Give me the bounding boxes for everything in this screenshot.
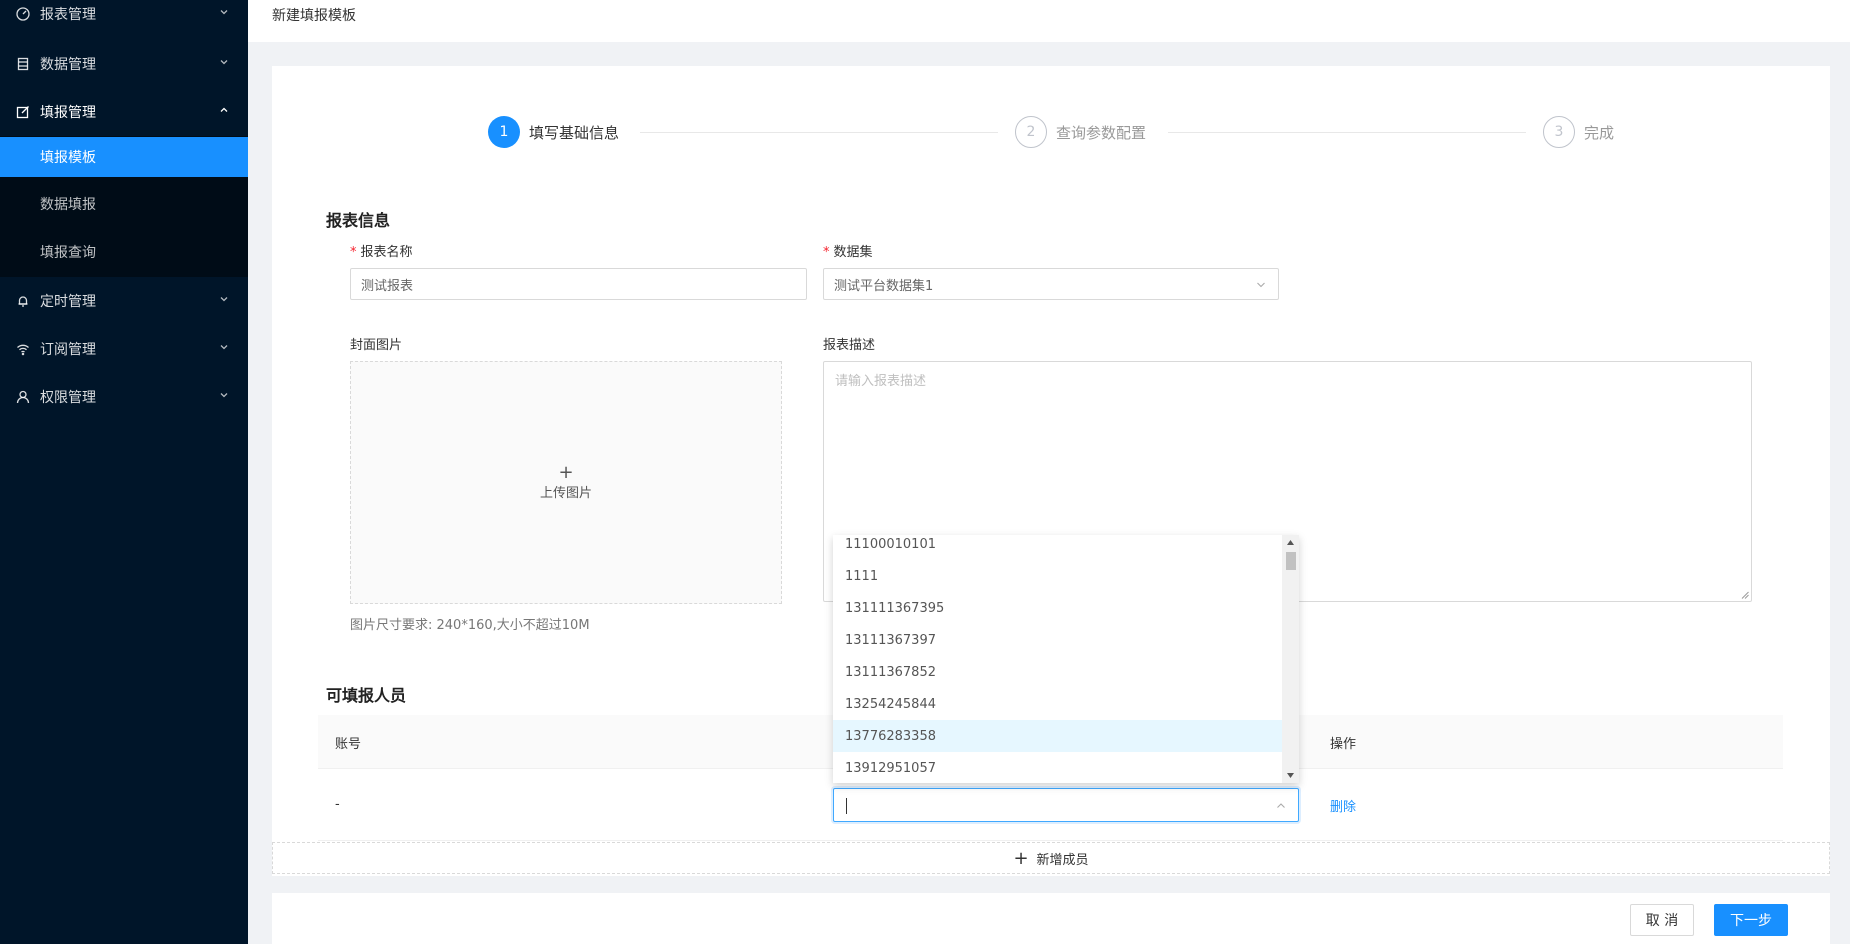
sidebar-item-subscription-management[interactable]: 订阅管理 (0, 325, 248, 373)
database-icon (16, 57, 30, 71)
sidebar-subitem-fill-template[interactable]: 填报模板 (0, 137, 248, 177)
sidebar-item-label: 权限管理 (40, 390, 96, 406)
account-select[interactable] (833, 788, 1299, 822)
footer-bar (272, 893, 1830, 944)
sidebar: 报表管理 数据管理 填报管理 填报模板 数据填报 填报查询 定时管理 订阅管理 (0, 0, 248, 944)
account-cell: - (335, 797, 340, 812)
sidebar-item-label: 填报管理 (40, 105, 96, 121)
step-2-label: 查询参数配置 (1056, 124, 1147, 142)
cover-image-label: 封面图片 (350, 338, 403, 353)
section-title-report-info: 报表信息 (326, 211, 391, 230)
upload-image-button[interactable]: + 上传图片 (350, 361, 782, 604)
step-2-circle: 2 (1015, 116, 1047, 148)
required-mark: * (823, 245, 830, 260)
sidebar-item-permission-management[interactable]: 权限管理 (0, 373, 248, 421)
scroll-up-icon[interactable] (1282, 535, 1299, 550)
cancel-button[interactable]: 取 消 (1630, 904, 1694, 936)
report-name-input[interactable]: 测试报表 (350, 268, 807, 300)
description-label: 报表描述 (823, 338, 876, 353)
dropdown-option[interactable]: 131111367395 (833, 592, 1282, 624)
step-1-label: 填写基础信息 (529, 124, 620, 142)
next-step-button[interactable]: 下一步 (1714, 904, 1788, 936)
step-connector (1168, 132, 1526, 133)
sidebar-item-label: 报表管理 (40, 7, 96, 23)
dashboard-icon (16, 7, 30, 21)
step-1-circle: 1 (488, 116, 520, 148)
sidebar-item-schedule-management[interactable]: 定时管理 (0, 277, 248, 325)
report-name-label: * 报表名称 (350, 245, 413, 260)
dropdown-option[interactable]: 13254245844 (833, 688, 1282, 720)
user-icon (16, 390, 30, 404)
bell-icon (16, 294, 30, 308)
delete-link[interactable]: 删除 (1330, 796, 1356, 815)
account-dropdown: 11100010101 1111 131111367395 1311136739… (833, 535, 1299, 783)
sidebar-item-label: 订阅管理 (40, 342, 96, 358)
sidebar-item-data-management[interactable]: 数据管理 (0, 40, 248, 88)
page-title: 新建填报模板 (272, 8, 356, 24)
required-mark: * (350, 245, 357, 260)
chevron-up-icon (220, 107, 228, 112)
edit-icon (16, 105, 30, 119)
chevron-down-icon (220, 345, 228, 350)
sidebar-item-label: 定时管理 (40, 294, 96, 310)
chevron-down-icon (220, 297, 228, 302)
text-cursor (846, 798, 847, 814)
plus-icon: + (1013, 847, 1029, 869)
upload-label: 上传图片 (539, 486, 592, 501)
dropdown-option[interactable]: 11100010101 (833, 535, 1282, 560)
sidebar-subitem-data-fill[interactable]: 数据填报 (0, 184, 248, 224)
dropdown-scrollbar[interactable] (1282, 535, 1299, 783)
column-header-action: 操作 (1330, 737, 1357, 752)
dropdown-option[interactable]: 13111367852 (833, 656, 1282, 688)
dropdown-option[interactable]: 13912951057 (833, 752, 1282, 783)
scroll-down-icon[interactable] (1282, 768, 1299, 783)
chevron-down-icon (220, 393, 228, 398)
sidebar-item-report-management[interactable]: 报表管理 (0, 0, 248, 38)
chevron-down-icon (220, 60, 228, 65)
dataset-label: * 数据集 (823, 245, 873, 260)
chevron-down-icon (220, 10, 228, 15)
dropdown-option-highlighted[interactable]: 13776283358 (833, 720, 1282, 752)
resize-handle-icon[interactable] (1741, 591, 1749, 599)
chevron-down-icon (1257, 282, 1265, 288)
dropdown-option[interactable]: 13111367397 (833, 624, 1282, 656)
sidebar-item-fill-management[interactable]: 填报管理 (0, 88, 248, 136)
section-title-members: 可填报人员 (326, 686, 407, 705)
add-member-button[interactable]: + 新增成员 (272, 842, 1830, 874)
wifi-icon (16, 342, 30, 356)
sidebar-item-label: 数据管理 (40, 57, 96, 73)
chevron-up-icon (1277, 803, 1285, 808)
sidebar-subitem-fill-query[interactable]: 填报查询 (0, 232, 248, 272)
upload-hint: 图片尺寸要求: 240*160,大小不超过10M (350, 618, 590, 633)
dataset-select[interactable]: 测试平台数据集1 (823, 268, 1279, 300)
step-connector (640, 132, 998, 133)
plus-icon: + (558, 462, 574, 483)
column-header-account: 账号 (335, 737, 362, 752)
dropdown-option[interactable]: 1111 (833, 560, 1282, 592)
scroll-thumb[interactable] (1286, 552, 1296, 570)
page-header: 新建填报模板 (248, 0, 1850, 42)
step-3-circle: 3 (1543, 116, 1575, 148)
step-3-label: 完成 (1584, 124, 1615, 142)
